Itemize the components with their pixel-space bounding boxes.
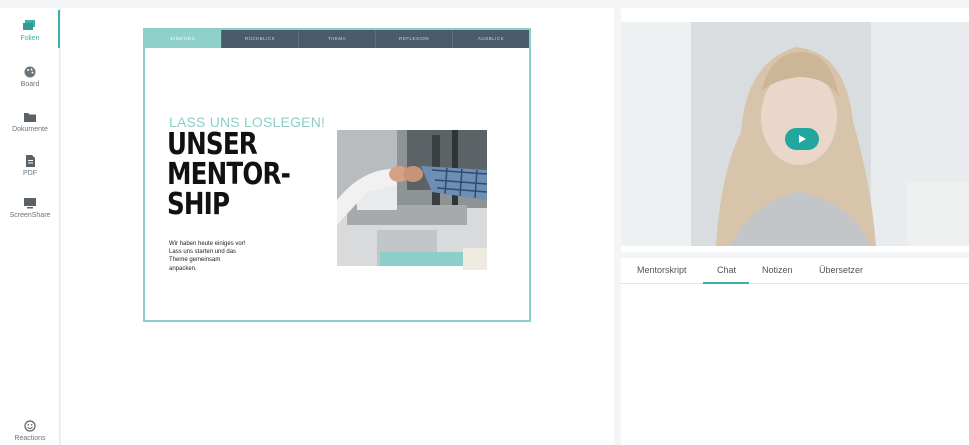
panel-tab-bar: Mentorskript Chat Notizen Übersetzer [621,258,969,284]
slide-workspace: EINSTIEG RÜCKBLICK THEMA REFLEXION AUSBL… [61,8,614,445]
slide-tab-thema[interactable]: THEMA [299,30,376,48]
fist-bump-photo [337,130,487,266]
sidebar-item-reactions[interactable]: Reactions [0,420,60,442]
folder-icon [24,113,36,122]
tab-chat[interactable]: Chat [717,265,736,275]
screen-share-icon [24,198,36,209]
sidebar-item-label: Folien [20,35,40,42]
slide-title-line: MENTOR- [167,157,291,192]
slide-body-line: anpacken. [169,265,197,272]
slide-body-line: Wir haben heute einiges vor! [169,241,246,247]
slide-tab-reflexion[interactable]: REFLEXION [376,30,453,48]
sidebar-item-pdf[interactable]: PDF [0,155,60,177]
slide-body-text: Wir haben heute einiges vor! Lass uns st… [169,240,289,273]
slide-accent-box [463,248,487,270]
sidebar-item-label: PDF [23,170,37,177]
slide-section-tabs: EINSTIEG RÜCKBLICK THEMA REFLEXION AUSBL… [145,30,529,48]
sidebar-item-label: Board [20,81,40,88]
right-panel: Mentorskript Chat Notizen Übersetzer [621,8,969,445]
slides-icon [23,20,35,30]
slide-tab-ausblick[interactable]: AUSBLICK [453,30,529,48]
sidebar-item-label: ScreenShare [9,212,51,219]
palette-icon [24,66,36,78]
smiley-icon [24,420,36,432]
left-sidebar: Folien Board Dokumente PDF ScreenShare R… [0,8,60,445]
sidebar-item-screenshare[interactable]: ScreenShare [0,197,60,219]
active-tab-indicator [703,282,749,284]
self-view-thumbnail[interactable] [907,182,969,246]
pdf-icon [26,155,35,167]
slide-body-line: Lass uns starten und das [169,249,237,256]
tab-mentorskript[interactable]: Mentorskript [637,265,687,275]
play-icon [799,135,806,143]
slide-tab-rueckblick[interactable]: RÜCKBLICK [222,30,299,48]
video-stream[interactable] [621,22,969,246]
tab-uebersetzer[interactable]: Übersetzer [819,265,863,275]
sidebar-item-label: Dokumente [12,126,48,133]
sidebar-item-label: Reactions [14,435,46,442]
sidebar-item-folien[interactable]: Folien [0,20,60,42]
slide-tab-einstieg[interactable]: EINSTIEG [145,30,222,48]
tab-notizen[interactable]: Notizen [762,265,793,275]
slide-title: UNSER MENTOR- SHIP [167,127,291,222]
slide-body-line: Theme gemeinsam [169,257,221,264]
sidebar-item-board[interactable]: Board [0,66,60,88]
sidebar-item-dokumente[interactable]: Dokumente [0,111,60,133]
presentation-slide[interactable]: EINSTIEG RÜCKBLICK THEMA REFLEXION AUSBL… [143,28,531,322]
slide-title-line: SHIP [167,187,230,222]
play-button[interactable] [785,128,819,150]
slide-title-line: UNSER [167,127,258,162]
